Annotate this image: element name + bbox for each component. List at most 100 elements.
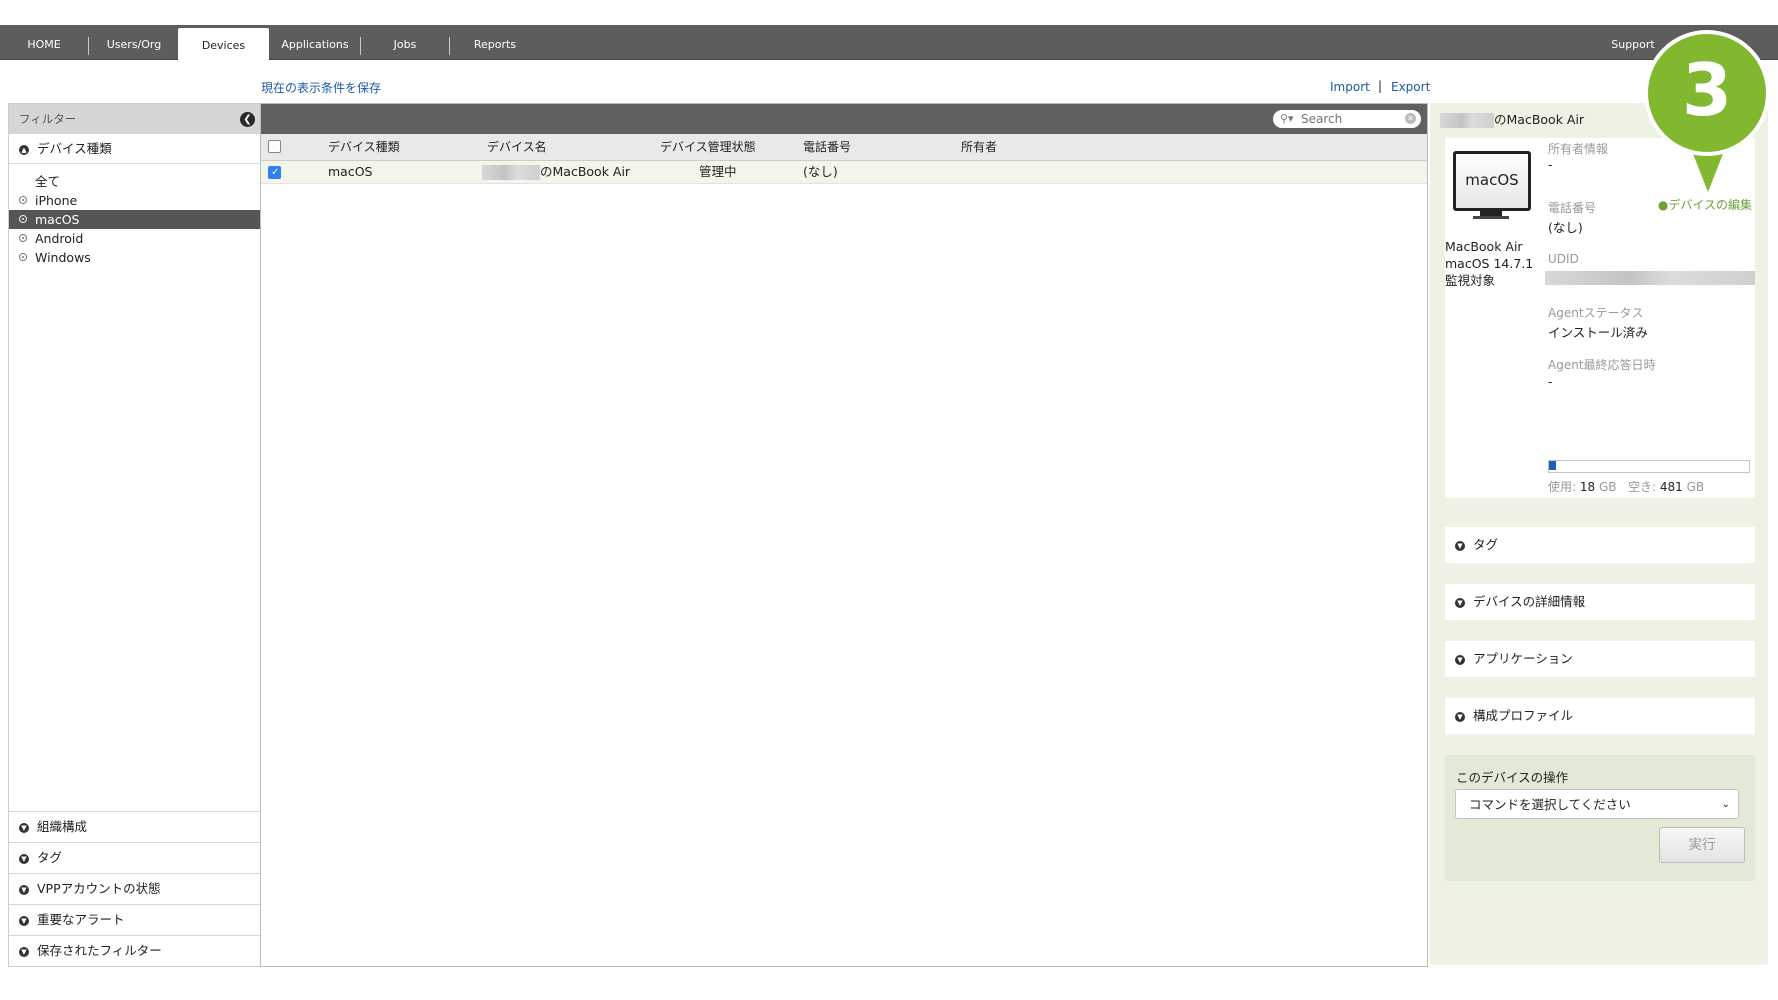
cell-device-name: のMacBook Air [482, 161, 630, 183]
search-input[interactable] [1301, 112, 1397, 126]
chevron-down-icon: ▼ [1455, 712, 1465, 722]
section-label: 重要なアラート [37, 912, 125, 927]
nav-separator [449, 37, 450, 55]
tab-reports[interactable]: Reports [453, 25, 537, 59]
section-vpp-account-status[interactable]: ▼ VPPアカウントの状態 [9, 873, 261, 904]
device-os: macOS 14.7.1 [1445, 256, 1534, 271]
section-org-structure[interactable]: ▼ 組織構成 [9, 811, 261, 842]
filter-item-label: 全て [35, 174, 61, 189]
save-view-link[interactable]: 現在の表示条件を保存 [261, 79, 381, 96]
search-icon[interactable]: ⚲▾ [1280, 112, 1294, 125]
agent-last-response-label: Agent最終応答日時 [1548, 358, 1656, 372]
run-button[interactable]: 実行 [1659, 827, 1745, 863]
export-link[interactable]: Export [1391, 80, 1430, 94]
section-critical-alerts[interactable]: ▼ 重要なアラート [9, 904, 261, 935]
chevron-down-icon: ▼ [1455, 541, 1465, 551]
nav-separator [360, 37, 361, 55]
column-phone-number[interactable]: 電話番号 [803, 134, 851, 160]
section-tags[interactable]: ▼ タグ [9, 842, 261, 873]
edit-icon: ● [1657, 198, 1669, 212]
column-device-type[interactable]: デバイス種類 [328, 134, 400, 160]
section-saved-filters[interactable]: ▼ 保存されたフィルター [9, 935, 261, 966]
column-device-name[interactable]: デバイス名 [487, 134, 547, 160]
filter-item-all[interactable]: 全て [9, 172, 261, 191]
owner-label: 所有者情報 [1548, 142, 1609, 156]
filter-item-macos[interactable]: macOS [9, 210, 261, 229]
section-label: タグ [37, 850, 63, 865]
agent-status-label: Agentステータス [1548, 306, 1644, 320]
accordion-label: アプリケーション [1473, 651, 1573, 666]
free-value: 481 [1659, 480, 1683, 494]
used-label: 使用: [1548, 480, 1577, 494]
filter-bottom-sections: ▼ 組織構成 ▼ タグ ▼ VPPアカウントの状態 ▼ 重要なアラート ▼ 保存されたフィ… [9, 811, 261, 966]
command-select[interactable]: コマンドを選択してください ⌄ [1455, 789, 1739, 819]
chevron-down-icon: ▼ [19, 947, 29, 957]
table-row[interactable]: macOS のMacBook Air 管理中 (なし) [261, 161, 1427, 184]
import-link[interactable]: Import [1330, 80, 1370, 94]
phone-value: (なし) [1548, 220, 1583, 235]
chevron-down-icon: ▼ [1455, 598, 1465, 608]
filter-item-iphone[interactable]: iPhone [9, 191, 261, 210]
search-box[interactable]: ⚲▾ ✕ [1273, 110, 1421, 128]
free-unit: GB [1686, 480, 1705, 494]
chevron-down-icon: ▼ [19, 916, 29, 926]
filter-item-windows[interactable]: Windows [9, 248, 261, 267]
chevron-down-icon: ▼ [19, 823, 29, 833]
redacted-name [1440, 113, 1494, 128]
tab-devices[interactable]: Devices [178, 28, 269, 60]
chevron-down-icon: ▼ [19, 854, 29, 864]
command-select-value: コマンドを選択してください [1469, 797, 1631, 812]
details-title: のMacBook Air [1440, 109, 1584, 128]
details-title-text: のMacBook Air [1494, 112, 1585, 127]
owner-value: - [1548, 157, 1553, 172]
chevron-up-icon: ▲ [19, 145, 29, 155]
device-grid: ⚲▾ ✕ デバイス種類 デバイス名 デバイス管理状態 電話番号 所有者 macO… [260, 103, 1428, 967]
nav-separator [88, 37, 89, 55]
accordion-label: 構成プロファイル [1473, 708, 1574, 723]
radio-icon [19, 253, 27, 261]
row-checkbox[interactable] [268, 162, 281, 184]
filter-item-android[interactable]: Android [9, 229, 261, 248]
section-label: 組織構成 [37, 819, 88, 834]
column-management-status[interactable]: デバイス管理状態 [660, 134, 756, 160]
storage-summary: 使用: 18 GB 空き: 481 GB [1548, 478, 1704, 495]
phone-label: 電話番号 [1548, 201, 1597, 215]
used-unit: GB [1598, 480, 1617, 494]
redacted-udid [1545, 270, 1755, 285]
accordion-label: デバイスの詳細情報 [1473, 594, 1586, 609]
column-owner[interactable]: 所有者 [961, 134, 997, 160]
collapse-panel-icon[interactable]: ❮ [240, 112, 255, 127]
macos-device-icon: macOS [1453, 151, 1531, 211]
top-margin [0, 0, 1778, 25]
tab-applications[interactable]: Applications [273, 25, 357, 59]
radio-icon [19, 196, 27, 204]
clear-search-icon[interactable]: ✕ [1405, 113, 1416, 124]
device-type-section[interactable]: ▲ デバイス種類 [9, 134, 261, 164]
section-label: 保存されたフィルター [37, 943, 162, 958]
filter-item-label: macOS [35, 212, 80, 227]
accordion-configuration-profiles[interactable]: ▼ 構成プロファイル [1445, 698, 1755, 734]
chevron-down-icon: ▼ [1455, 655, 1465, 665]
filter-panel: フィルター ❮ ▲ デバイス種類 全て iPhone macOS Android … [8, 103, 262, 967]
device-model: MacBook Air [1445, 239, 1523, 254]
accordion-device-details[interactable]: ▼ デバイスの詳細情報 [1445, 584, 1755, 620]
tab-jobs[interactable]: Jobs [364, 25, 446, 59]
tab-home[interactable]: HOME [4, 25, 84, 59]
operations-title: このデバイスの操作 [1456, 770, 1569, 785]
tab-users-org[interactable]: Users/Org [92, 25, 176, 59]
grid-header: デバイス種類 デバイス名 デバイス管理状態 電話番号 所有者 [261, 134, 1427, 161]
chevron-down-icon: ▼ [19, 885, 29, 895]
udid-value [1545, 270, 1755, 285]
monitor-base [1473, 216, 1509, 219]
radio-icon [19, 234, 27, 242]
select-all-checkbox[interactable] [268, 140, 281, 153]
redacted-name [482, 165, 540, 180]
grid-toolbar: ⚲▾ ✕ [261, 104, 1427, 134]
device-supervised: 監視対象 [1445, 273, 1496, 288]
accordion-tags[interactable]: ▼ タグ [1445, 527, 1755, 563]
accordion-applications[interactable]: ▼ アプリケーション [1445, 641, 1755, 677]
filter-item-label: Windows [35, 250, 91, 265]
chevron-down-icon: ⌄ [1721, 799, 1730, 810]
udid-label: UDID [1548, 252, 1579, 266]
edit-device-link[interactable]: ●デバイスの編集 [1658, 196, 1752, 213]
